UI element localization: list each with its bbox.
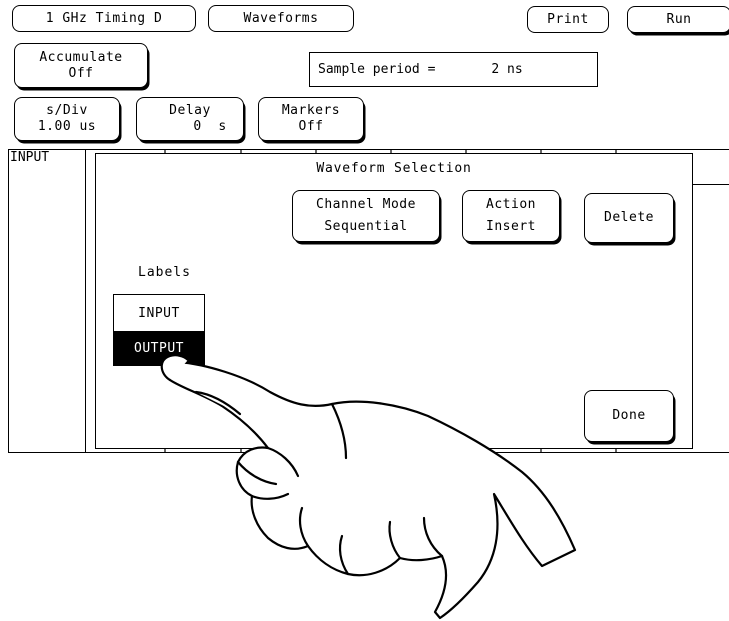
- pointing-hand-icon: [160, 354, 577, 620]
